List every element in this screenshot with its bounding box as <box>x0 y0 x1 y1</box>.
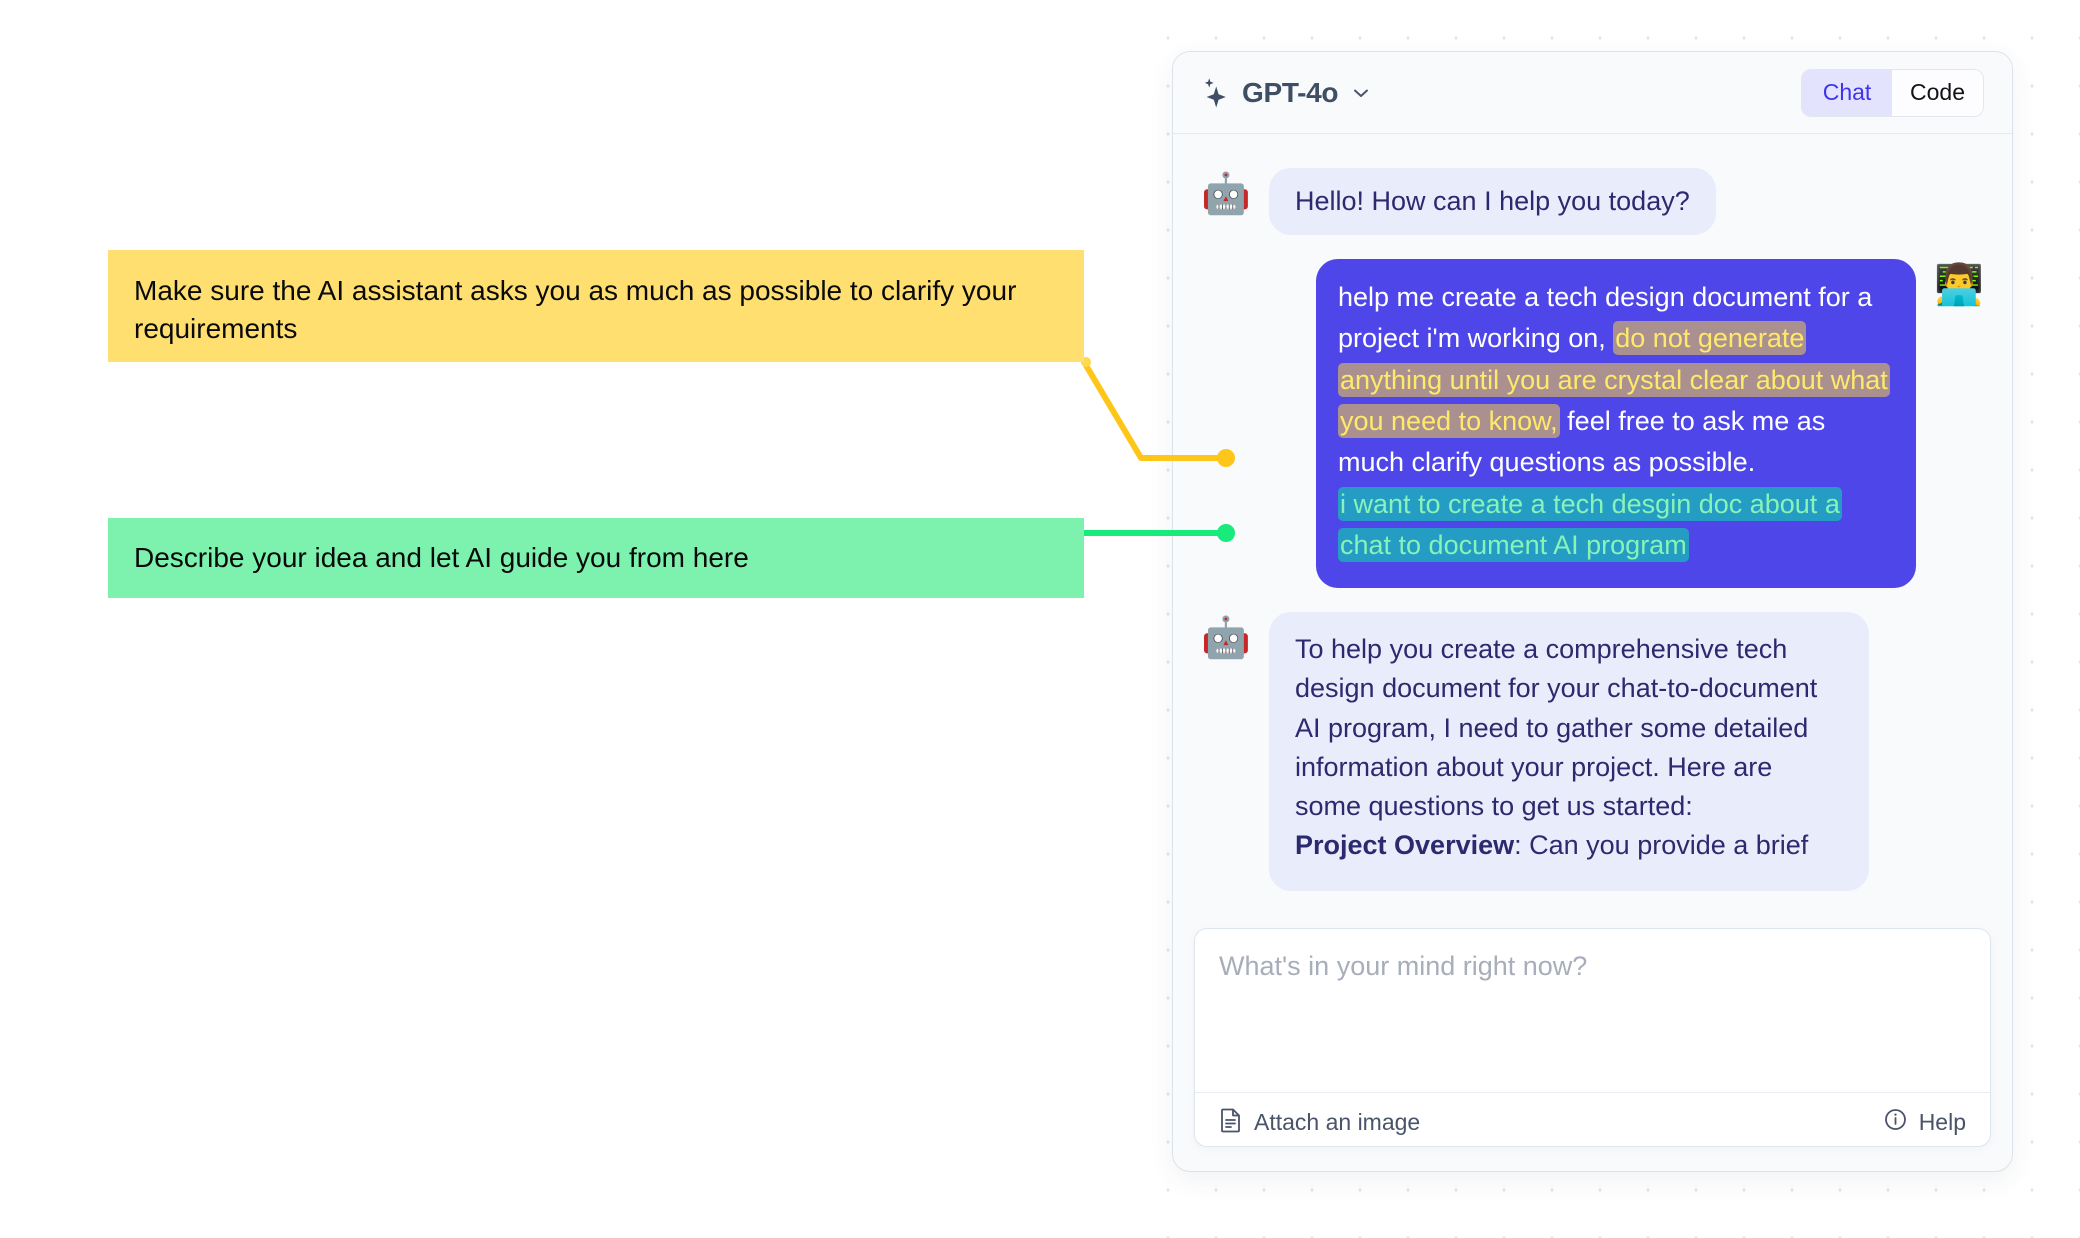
help-label: Help <box>1918 1109 1966 1135</box>
chat-header: GPT-4o Chat Code <box>1173 52 2012 134</box>
annotation-green-text: Describe your idea and let AI guide you … <box>134 542 749 574</box>
assistant-greeting-bubble: Hello! How can I help you today? <box>1269 168 1716 236</box>
composer-toolbar: Attach an image Help <box>1195 1092 1990 1146</box>
assistant-reply-followup-label: Project Overview <box>1295 829 1515 860</box>
chevron-down-icon[interactable] <box>1349 83 1371 103</box>
messages-list: 🤖 Hello! How can I help you today? help … <box>1173 134 2012 916</box>
assistant-reply-text: To help you create a comprehensive tech … <box>1295 634 1818 821</box>
document-icon <box>1219 1107 1243 1139</box>
attach-image-label: Attach an image <box>1254 1109 1421 1135</box>
attach-image-button[interactable]: Attach an image <box>1219 1107 1420 1139</box>
info-circle-icon <box>1883 1107 1908 1138</box>
message-input[interactable] <box>1195 929 1990 1087</box>
message-row-user: help me create a tech design document fo… <box>1201 259 1984 589</box>
annotation-yellow-text: Make sure the AI assistant asks you as m… <box>134 275 1017 344</box>
model-name: GPT-4o <box>1242 76 1339 108</box>
mode-toggle: Chat Code <box>1801 68 1984 117</box>
annotation-yellow: Make sure the AI assistant asks you as m… <box>108 250 1084 362</box>
user-text-highlight-green: i want to create a tech desgin doc about… <box>1338 486 1842 562</box>
user-avatar: 👨‍💻 <box>1934 263 1984 308</box>
assistant-reply-followup-text: : Can you provide a brief <box>1514 829 1809 860</box>
composer: Attach an image Help <box>1194 928 1991 1147</box>
assistant-avatar: 🤖 <box>1201 172 1251 216</box>
message-row-assistant-reply: 🤖 To help you create a comprehensive tec… <box>1201 612 1984 892</box>
annotation-green: Describe your idea and let AI guide you … <box>108 518 1084 598</box>
help-button[interactable]: Help <box>1883 1107 1966 1138</box>
tab-chat[interactable]: Chat <box>1802 69 1893 116</box>
message-row-assistant-greeting: 🤖 Hello! How can I help you today? <box>1201 168 1984 236</box>
assistant-avatar-2: 🤖 <box>1201 616 1251 661</box>
user-message-bubble: help me create a tech design document fo… <box>1316 259 1916 589</box>
assistant-reply-bubble: To help you create a comprehensive tech … <box>1269 612 1869 892</box>
model-selector[interactable]: GPT-4o <box>1201 77 1371 109</box>
sparkle-icon <box>1201 77 1231 109</box>
tab-code[interactable]: Code <box>1892 69 1983 116</box>
